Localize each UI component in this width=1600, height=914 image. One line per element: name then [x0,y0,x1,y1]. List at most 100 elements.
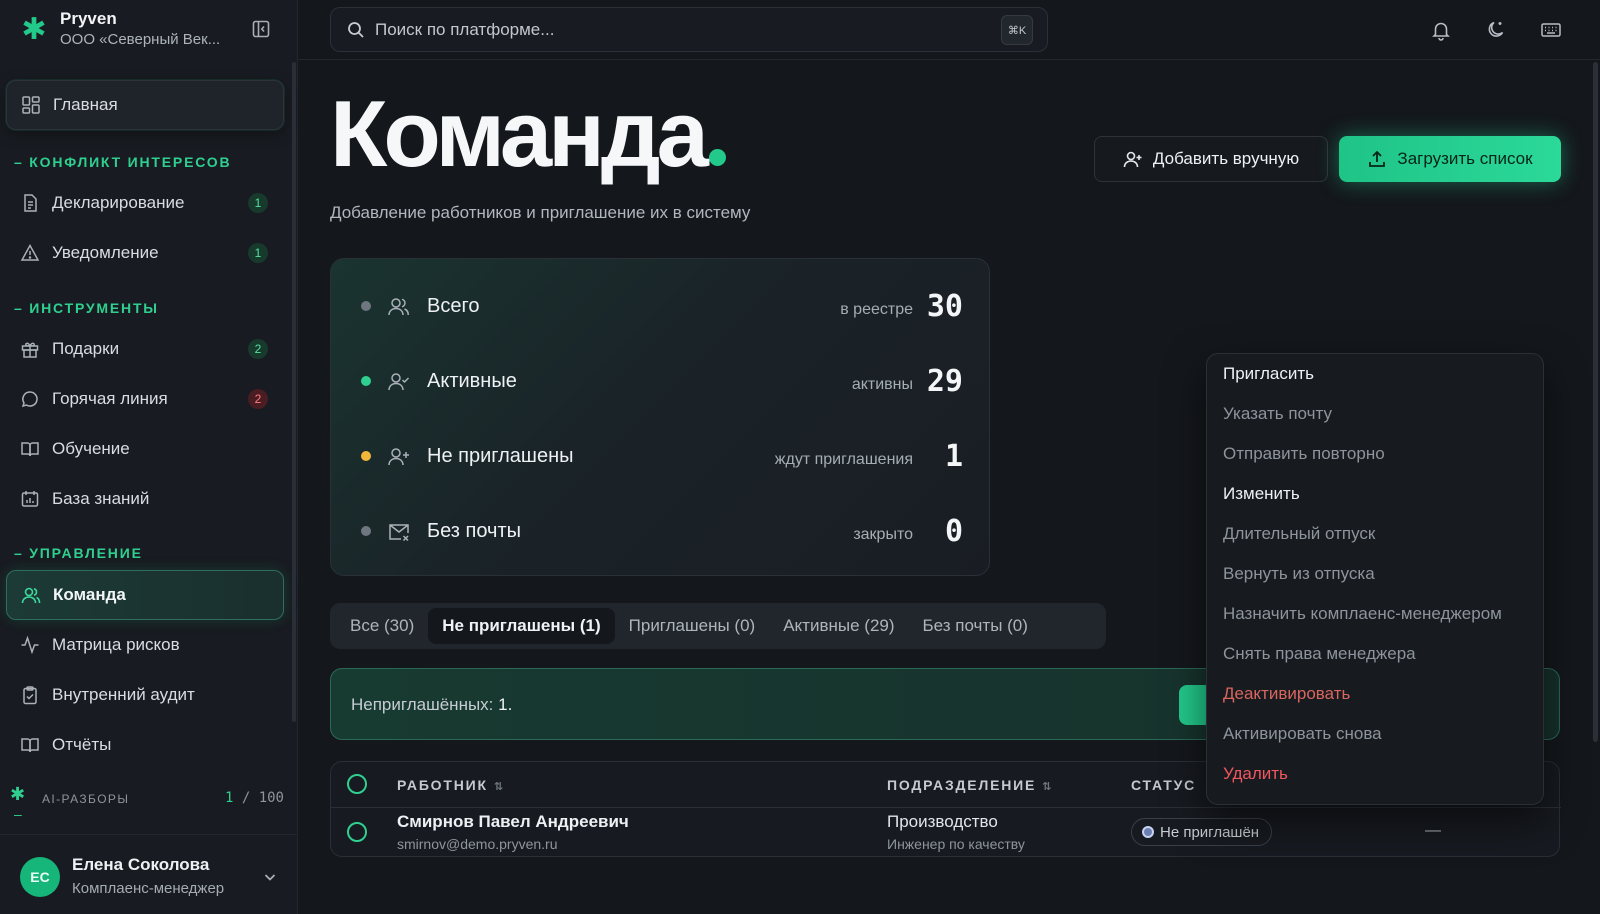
mail-x-icon [387,520,411,544]
menu-item-reactivate[interactable]: Активировать снова [1223,724,1382,744]
user-name: Елена Соколова [72,855,210,874]
sidebar-collapse-icon[interactable] [252,20,270,38]
tab-all[interactable]: Все (30) [336,608,428,644]
filter-tabs: Все (30) Не приглашены (1) Приглашены (0… [330,603,1106,649]
stat-row-total[interactable]: Всего в реестре 30 [331,269,991,343]
global-search[interactable]: ⌘K [330,7,1048,52]
menu-item-deactivate[interactable]: Деактивировать [1223,684,1350,704]
stat-value: 30 [926,289,963,324]
section-label-management: – УПРАВЛЕНИЕ [14,545,143,561]
ai-dash: – [14,806,22,822]
search-icon [347,21,365,39]
dashboard-icon [21,95,41,115]
stat-indicator-dot [361,301,371,311]
add-manually-button[interactable]: Добавить вручную [1094,136,1328,182]
search-input[interactable] [375,16,975,44]
tab-not-invited[interactable]: Не приглашены (1) [428,608,615,644]
sidebar-item-training[interactable]: Обучение [6,424,284,474]
warning-icon [20,243,40,263]
avatar: ЕС [20,857,60,897]
bell-icon[interactable] [1430,19,1452,41]
user-check-icon [387,370,411,394]
menu-item-resend[interactable]: Отправить повторно [1223,444,1385,464]
organization-name[interactable]: ООО «Северный Век... [60,31,220,48]
shortcut-hint: ⌘K [1001,15,1033,45]
menu-item-long-leave[interactable]: Длительный отпуск [1223,524,1375,544]
chevron-down-icon[interactable] [262,869,278,885]
row-checkbox[interactable] [347,822,367,842]
sort-icon: ⇅ [493,781,505,793]
sidebar-item-label: База знаний [52,489,150,508]
column-header-department[interactable]: ПОДРАЗДЕЛЕНИЕ ⇅ [887,777,1053,793]
sidebar-item-hotline[interactable]: Горячая линия 2 [6,374,284,424]
tab-active[interactable]: Активные (29) [769,608,908,644]
theme-toggle-icon[interactable] [1485,19,1507,41]
menu-item-revoke-manager[interactable]: Снять права менеджера [1223,644,1416,664]
sidebar-item-home[interactable]: Главная [6,80,284,130]
sidebar-item-label: Декларирование [52,193,185,212]
tab-invited[interactable]: Приглашены (0) [615,608,770,644]
chat-bubble-icon [20,389,40,409]
stat-hint: в реестре [840,301,913,318]
sort-icon: ⇅ [1042,781,1054,793]
sidebar-item-label: Горячая линия [52,389,168,408]
book-icon [20,439,40,459]
stat-row-active[interactable]: Активные активны 29 [331,344,991,418]
main-scrollbar[interactable] [1593,62,1598,742]
top-bar: ⌘K [298,0,1600,60]
page-subtitle: Добавление работников и приглашение их в… [330,203,751,222]
menu-item-edit[interactable]: Изменить [1223,484,1300,504]
stat-row-no-email[interactable]: Без почты закрыто 0 [331,494,991,568]
brand-header: ✱ Pryven ООО «Северный Век... [0,0,298,60]
stat-label: Всего [427,295,480,317]
user-plus-icon [1123,149,1143,169]
select-all-checkbox[interactable] [347,774,367,794]
menu-item-assign-manager[interactable]: Назначить комплаенс-менеджером [1223,604,1502,624]
stat-value: 0 [944,514,963,549]
employee-position: Инженер по качеству [887,836,1025,852]
menu-item-set-email[interactable]: Указать почту [1223,404,1332,424]
sidebar-item-audit[interactable]: Внутренний аудит [6,670,284,720]
sidebar-item-notification[interactable]: Уведомление 1 [6,228,284,278]
sidebar-item-label: Внутренний аудит [52,685,195,704]
sidebar-item-team[interactable]: Команда [6,570,284,620]
column-header-employee[interactable]: РАБОТНИК ⇅ [397,777,505,793]
gift-icon [20,339,40,359]
stat-value: 29 [926,364,963,399]
menu-item-invite[interactable]: Пригласить [1223,364,1314,384]
employee-department: Производство [887,812,998,831]
count-badge: 1 [248,243,268,263]
sidebar-item-declaration[interactable]: Декларирование 1 [6,178,284,228]
user-plus-icon [387,445,411,469]
menu-item-return-from-leave[interactable]: Вернуть из отпуска [1223,564,1375,584]
user-profile-menu[interactable]: ЕС Елена Соколова Комплаенс-менеджер [0,834,298,914]
sidebar-item-reports[interactable]: Отчёты [6,720,284,770]
count-badge: 2 [248,339,268,359]
upload-list-button[interactable]: Загрузить список [1339,136,1561,182]
sidebar-item-label: Уведомление [52,243,159,262]
column-header-status[interactable]: СТАТУС [1131,777,1196,793]
sidebar-scrollbar[interactable] [292,62,296,722]
sidebar: ✱ Pryven ООО «Северный Век... Главная – … [0,0,298,914]
sidebar-item-label: Обучение [52,439,130,458]
sidebar-item-gifts[interactable]: Подарки 2 [6,324,284,374]
ai-usage-label: AI-РАЗБОРЫ [42,792,130,806]
keyboard-icon[interactable] [1540,19,1562,41]
book-open-icon [20,735,40,755]
stat-label: Без почты [427,520,522,542]
ai-usage-counter: ✱ – AI-РАЗБОРЫ 1 / 100 [8,784,284,826]
sidebar-item-risk-matrix[interactable]: Матрица рисков [6,620,284,670]
stat-label: Не приглашены [427,445,574,467]
users-icon [21,585,41,605]
brand-name: Pryven [60,9,117,28]
sidebar-item-label: Главная [53,95,118,114]
stat-hint: активны [851,376,913,393]
row-extra-value: — [1425,822,1441,839]
tab-no-email[interactable]: Без почты (0) [909,608,1042,644]
sidebar-item-knowledge[interactable]: База знаний [6,474,284,524]
upload-list-label: Загрузить список [1397,149,1533,168]
stat-row-not-invited[interactable]: Не приглашены ждут приглашения 1 [331,419,991,493]
employee-email: smirnov@demo.pryven.ru [397,836,558,852]
sidebar-item-label: Команда [53,585,126,604]
menu-item-delete[interactable]: Удалить [1223,764,1288,784]
